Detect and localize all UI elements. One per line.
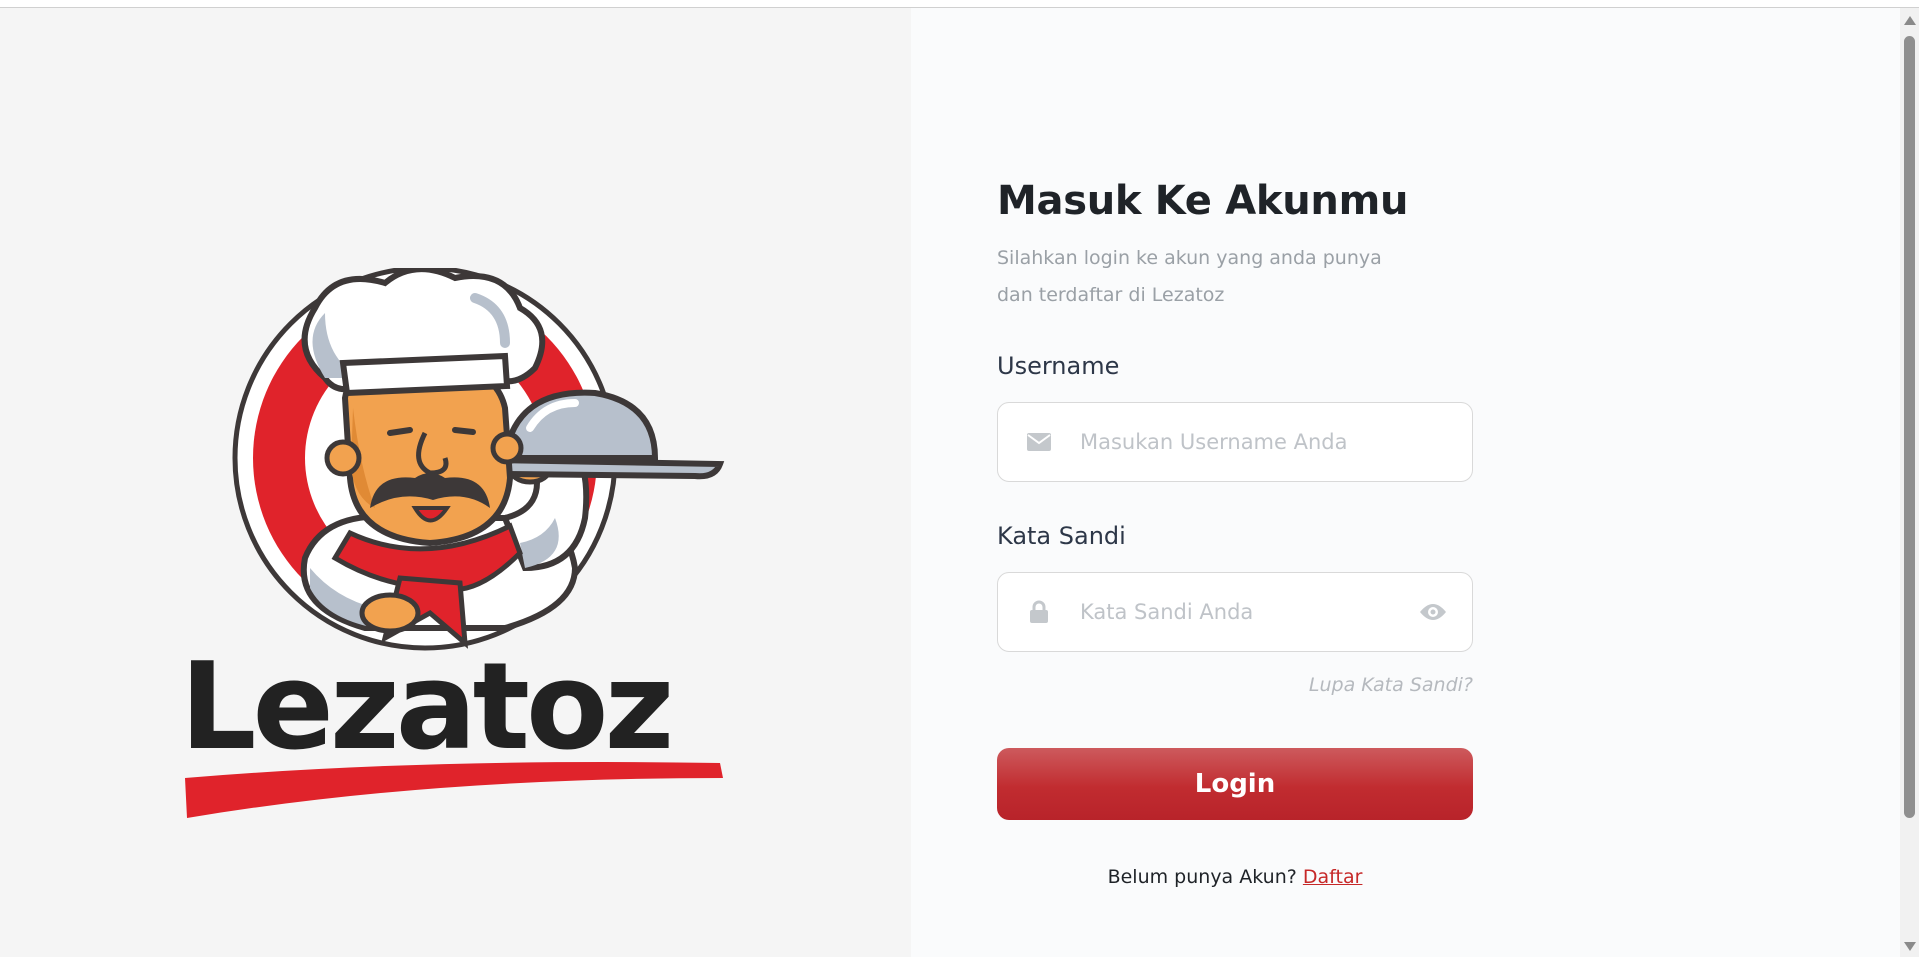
password-input[interactable] [1078,599,1418,625]
page-title: Masuk Ke Akunmu [997,178,1409,224]
lezatoz-logo: Lezatoz [175,265,735,838]
wordmark-text: Lezatoz [180,638,670,777]
eye-icon[interactable] [1418,599,1448,625]
password-field[interactable] [997,572,1473,652]
login-button[interactable]: Login [997,748,1473,820]
brand-panel: Lezatoz [0,8,911,957]
scroll-up-arrow-icon[interactable] [1904,16,1916,25]
scrollbar-thumb[interactable] [1904,36,1915,818]
forgot-password-link[interactable]: Lupa Kata Sandi? [997,674,1473,696]
vertical-scrollbar[interactable] [1900,8,1919,957]
chef-mascot-illustration: Lezatoz [180,265,725,818]
username-field[interactable] [997,402,1473,482]
username-input[interactable] [1078,429,1448,455]
scroll-down-arrow-icon[interactable] [1904,942,1916,951]
login-panel: Masuk Ke Akunmu Silahkan login ke akun y… [911,8,1900,957]
register-prompt-row: Belum punya Akun? Daftar [997,866,1473,888]
username-label: Username [997,352,1120,380]
mail-icon [1026,429,1052,455]
login-page: Lezatoz Masuk Ke Akunmu Silahkan login k… [0,8,1900,957]
page-subtitle: Silahkan login ke akun yang anda punya d… [997,247,1382,306]
register-link[interactable]: Daftar [1303,866,1363,888]
register-prompt-text: Belum punya Akun? [1107,866,1297,888]
password-label: Kata Sandi [997,522,1126,550]
lock-icon [1026,599,1052,625]
browser-top-edge [0,0,1919,8]
login-form: Masuk Ke Akunmu Silahkan login ke akun y… [997,178,1473,888]
